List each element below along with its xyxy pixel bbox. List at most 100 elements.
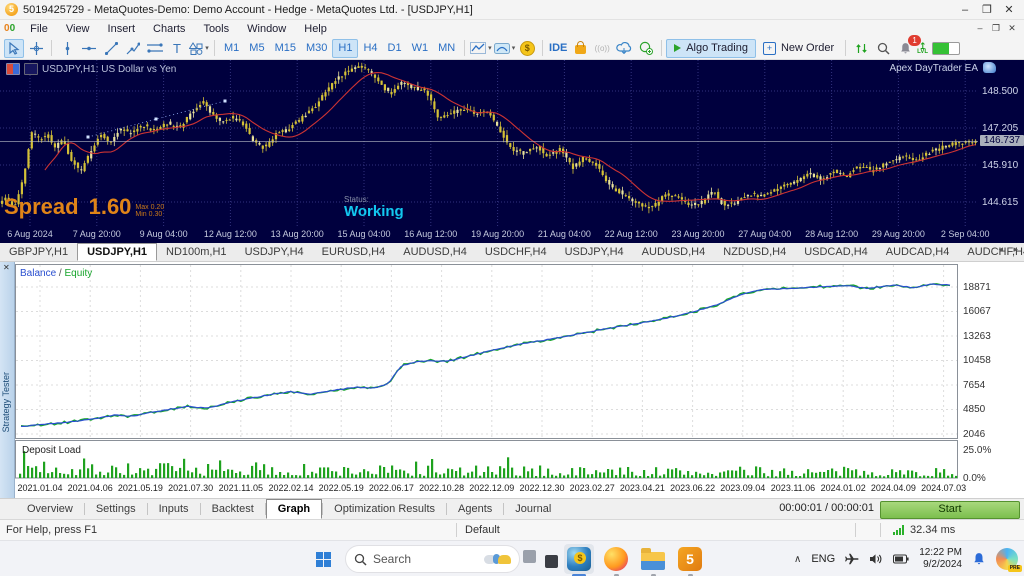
start-button[interactable]: Start (880, 501, 1020, 519)
ea-icon[interactable] (983, 62, 996, 73)
polyline-tool-button[interactable] (123, 39, 143, 58)
new-order-button[interactable]: + New Order (756, 39, 841, 58)
profile-name[interactable]: Default (457, 524, 855, 536)
trendline-tool-button[interactable] (101, 39, 121, 58)
battery-icon[interactable] (893, 554, 909, 564)
timeframe-m15[interactable]: M15 (270, 39, 301, 58)
shapes-dropdown-caret[interactable]: ▾ (205, 44, 209, 52)
explorer-taskbar-button[interactable] (638, 544, 668, 574)
price-chart[interactable]: USDJPY,H1: US Dollar vs Yen Apex DayTrad… (0, 60, 1024, 243)
deposit-load-plot[interactable] (15, 440, 958, 483)
objects-button[interactable]: ▾ (494, 39, 516, 58)
tester-tab-overview[interactable]: Overview (16, 499, 84, 519)
timeframe-m5[interactable]: M5 (244, 39, 269, 58)
deposit-button[interactable]: $ (517, 39, 537, 58)
menu-view[interactable]: View (57, 23, 99, 35)
metatrader-taskbar-button[interactable]: $ (564, 544, 594, 574)
notification-bell-icon[interactable] (972, 552, 986, 566)
search-button[interactable] (873, 39, 893, 58)
objects-dropdown-caret[interactable]: ▾ (512, 44, 516, 52)
signals-button[interactable]: ((o)) (592, 39, 612, 58)
mt5-setup-taskbar-button[interactable]: 5 (675, 544, 705, 574)
algo-trading-label: Algo Trading (686, 42, 748, 54)
menu-window[interactable]: Window (238, 23, 295, 35)
firefox-taskbar-button[interactable] (601, 544, 631, 574)
menu-insert[interactable]: Insert (99, 23, 145, 35)
tester-tab-inputs[interactable]: Inputs (148, 499, 200, 519)
minimize-button[interactable]: – (954, 0, 976, 20)
menu-charts[interactable]: Charts (144, 23, 194, 35)
depth-of-market-button[interactable] (851, 39, 871, 58)
chart-symbol-title: USDJPY,H1: US Dollar vs Yen (42, 64, 176, 75)
tester-close-icon[interactable]: ✕ (3, 263, 10, 272)
chart-tab-usdcad-h4[interactable]: USDCAD,H4 (795, 243, 877, 261)
speaker-icon[interactable] (869, 553, 883, 565)
chart-tab-nd100m-h1[interactable]: ND100m,H1 (157, 243, 236, 261)
tester-tab-backtest[interactable]: Backtest (201, 499, 265, 519)
airplane-icon[interactable] (845, 553, 859, 565)
copilot-icon[interactable]: PRE (996, 548, 1018, 570)
date-tick: 2024.07.03 (904, 483, 984, 493)
tester-tab-settings[interactable]: Settings (85, 499, 147, 519)
indicators-button[interactable]: ▾ (470, 39, 492, 58)
market-button[interactable] (570, 39, 590, 58)
taskbar-search[interactable]: Search (345, 545, 520, 573)
tester-tab-optimization-results[interactable]: Optimization Results (323, 499, 446, 519)
timeframe-d1[interactable]: D1 (383, 39, 407, 58)
chart-tab-usdchf-h4[interactable]: USDCHF,H4 (476, 243, 556, 261)
latency-value[interactable]: 32.34 ms (910, 524, 955, 536)
chart-tab-usdjpy-h1[interactable]: USDJPY,H1 (77, 243, 157, 261)
chart-tab-usdjpy-h4[interactable]: USDJPY,H4 (556, 243, 633, 261)
chart-restore-button[interactable]: ❐ (988, 20, 1004, 36)
tab-scroll-arrows[interactable]: ◂ ▸ (998, 244, 1022, 255)
language-indicator[interactable]: ENG (811, 553, 835, 565)
balance-equity-plot[interactable] (15, 262, 958, 443)
vps-button[interactable] (614, 39, 634, 58)
chart-tab-eurusd-h4[interactable]: EURUSD,H4 (313, 243, 395, 261)
chart-tab-usdjpy-h4[interactable]: USDJPY,H4 (236, 243, 313, 261)
timeframe-m30[interactable]: M30 (301, 39, 332, 58)
indicators-dropdown-caret[interactable]: ▾ (488, 44, 492, 52)
chart-tab-audusd-h4[interactable]: AUDUSD,H4 (633, 243, 715, 261)
timeframe-h4[interactable]: H4 (358, 39, 382, 58)
time-tick: 29 Aug 20:00 (862, 229, 934, 239)
tray-expand-chevron[interactable]: ∧ (794, 554, 801, 565)
timeframe-mn[interactable]: MN (433, 39, 460, 58)
tester-tab-agents[interactable]: Agents (447, 499, 503, 519)
algo-trading-button[interactable]: Algo Trading (666, 39, 756, 58)
shapes-tool-button[interactable]: ▾ (189, 39, 209, 58)
timeframe-h1[interactable]: H1 (332, 39, 358, 58)
crosshair-tool-button[interactable] (26, 39, 46, 58)
ide-button[interactable]: IDE (548, 39, 568, 58)
menu-file[interactable]: File (21, 23, 57, 35)
tray-clock[interactable]: 12:22 PM 9/2/2024 (919, 547, 962, 571)
task-view-button[interactable] (527, 544, 557, 574)
tester-tab-journal[interactable]: Journal (504, 499, 562, 519)
chart-tab-nzdusd-h4[interactable]: NZDUSD,H4 (714, 243, 795, 261)
vertical-line-tool-button[interactable] (57, 39, 77, 58)
chart-tab-audusd-h4[interactable]: AUDUSD,H4 (394, 243, 476, 261)
chart-close-button[interactable]: ✕ (1004, 20, 1020, 36)
menu-help[interactable]: Help (295, 23, 336, 35)
account-level-button[interactable]: ↥LVL (917, 39, 960, 58)
horizontal-line-tool-button[interactable] (79, 39, 99, 58)
timeframe-m1[interactable]: M1 (219, 39, 244, 58)
chart-tab-audcad-h4[interactable]: AUDCAD,H4 (877, 243, 959, 261)
tester-side-strip[interactable]: ✕ Strategy Tester (0, 262, 15, 519)
chart-minimize-button[interactable]: – (972, 20, 988, 36)
community-button[interactable] (636, 39, 656, 58)
chart-tab-gbpjpy-h1[interactable]: GBPJPY,H1 (0, 243, 77, 261)
start-button-windows[interactable] (308, 544, 338, 574)
timeframe-w1[interactable]: W1 (407, 39, 434, 58)
time-tick: 9 Aug 04:00 (128, 229, 200, 239)
cursor-tool-button[interactable] (4, 39, 24, 58)
notifications-button[interactable]: 1 (895, 39, 915, 58)
close-button[interactable]: ✕ (998, 0, 1020, 20)
one-click-trading-icon[interactable] (6, 63, 20, 75)
tester-tab-graph[interactable]: Graph (266, 499, 322, 519)
chart-type-icon[interactable] (24, 63, 38, 75)
text-tool-button[interactable]: T (167, 39, 187, 58)
equidistant-channel-tool-button[interactable] (145, 39, 165, 58)
menu-tools[interactable]: Tools (194, 23, 238, 35)
restore-button[interactable]: ❐ (976, 0, 998, 20)
